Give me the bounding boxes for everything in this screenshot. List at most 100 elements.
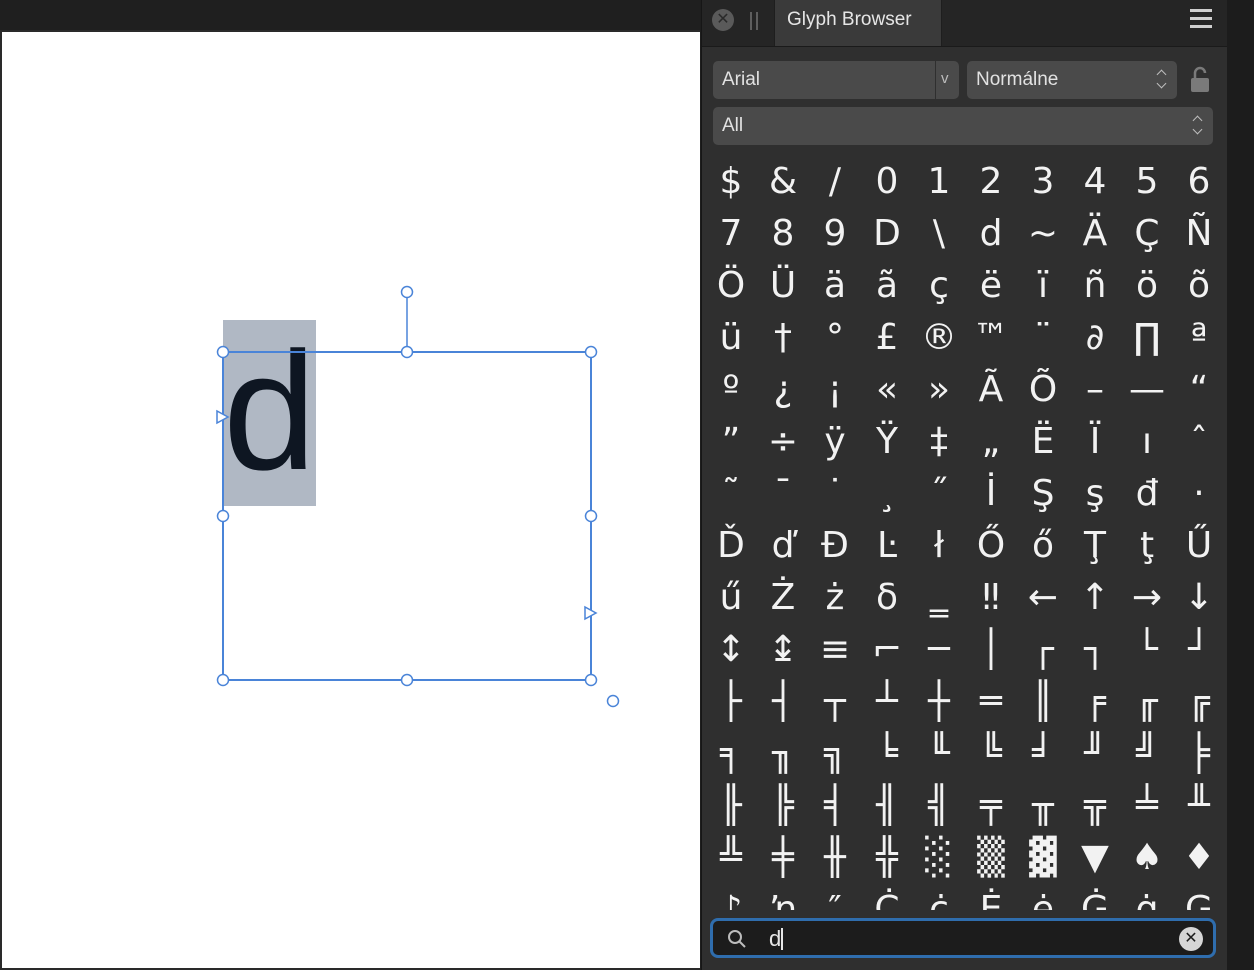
glyph-cell[interactable]: ° <box>809 312 861 364</box>
glyph-cell[interactable]: 9 <box>809 208 861 260</box>
glyph-cell[interactable]: ~ <box>1017 208 1069 260</box>
glyph-cell[interactable]: ╘ <box>861 728 913 780</box>
glyph-cell[interactable]: ╒ <box>1069 676 1121 728</box>
lock-icon[interactable] <box>1190 65 1210 95</box>
glyph-cell[interactable]: ő <box>1017 520 1069 572</box>
glyph-cell[interactable]: Ï <box>1069 416 1121 468</box>
glyph-cell[interactable]: / <box>809 156 861 208</box>
glyph-cell[interactable]: Ď <box>705 520 757 572</box>
glyph-cell[interactable]: ã <box>861 260 913 312</box>
glyph-cell[interactable]: ┐ <box>1069 624 1121 676</box>
glyph-cell[interactable]: ŉ <box>757 884 809 911</box>
glyph-cell[interactable]: ˜ <box>705 468 757 520</box>
category-select[interactable]: All <box>713 107 1213 145</box>
glyph-cell[interactable]: ▓ <box>1017 832 1069 884</box>
glyph-cell[interactable]: « <box>861 364 913 416</box>
tab-glyph-browser[interactable]: Glyph Browser <box>774 0 942 46</box>
glyph-cell[interactable]: ╥ <box>1017 780 1069 832</box>
glyph-cell[interactable]: ╡ <box>809 780 861 832</box>
glyph-cell[interactable]: ¡ <box>809 364 861 416</box>
glyph-cell[interactable]: Ÿ <box>861 416 913 468</box>
glyph-cell[interactable]: ╨ <box>1173 780 1225 832</box>
glyph-cell[interactable]: ∏ <box>1121 312 1173 364</box>
glyph-cell[interactable]: ═ <box>965 676 1017 728</box>
glyph-cell[interactable]: D <box>861 208 913 260</box>
glyph-cell[interactable]: ª <box>1173 312 1225 364</box>
glyph-cell[interactable]: — <box>1121 364 1173 416</box>
glyph-cell[interactable]: Õ <box>1017 364 1069 416</box>
glyph-cell[interactable]: “ <box>1173 364 1225 416</box>
glyph-cell[interactable]: 1 <box>913 156 965 208</box>
glyph-cell[interactable]: ‼ <box>965 572 1017 624</box>
glyph-cell[interactable]: ≡ <box>809 624 861 676</box>
glyph-cell[interactable]: Ġ <box>1069 884 1121 911</box>
glyph-cell[interactable]: └ <box>1121 624 1173 676</box>
font-style-select[interactable]: Normálne <box>967 61 1177 99</box>
glyph-cell[interactable]: ® <box>913 312 965 364</box>
glyph-cell[interactable]: ║ <box>1017 676 1069 728</box>
glyph-cell[interactable]: ñ <box>1069 260 1121 312</box>
glyph-cell[interactable]: ╔ <box>1173 676 1225 728</box>
glyph-cell[interactable]: ← <box>1017 572 1069 624</box>
glyph-cell[interactable]: ÿ <box>809 416 861 468</box>
glyph-cell[interactable]: ¯ <box>757 468 809 520</box>
glyph-cell[interactable]: ╪ <box>757 832 809 884</box>
glyph-cell[interactable]: ─ <box>913 624 965 676</box>
panel-close-button[interactable]: ✕ <box>712 9 734 31</box>
glyph-cell[interactable]: đ <box>1121 468 1173 520</box>
glyph-cell[interactable]: 7 <box>705 208 757 260</box>
glyph-cell[interactable]: ″ <box>809 884 861 911</box>
clear-search-button[interactable]: ✕ <box>1179 927 1203 951</box>
glyph-cell[interactable]: ♠ <box>1121 832 1173 884</box>
glyph-cell[interactable]: ♦ <box>1173 832 1225 884</box>
glyph-cell[interactable]: Ģ <box>1173 884 1225 911</box>
glyph-cell[interactable]: δ <box>861 572 913 624</box>
glyph-cell[interactable]: Ã <box>965 364 1017 416</box>
glyph-cell[interactable]: ┼ <box>913 676 965 728</box>
glyph-cell[interactable]: ü <box>705 312 757 364</box>
glyph-cell[interactable]: Ë <box>1017 416 1069 468</box>
glyph-cell[interactable]: ∂ <box>1069 312 1121 364</box>
glyph-cell[interactable]: ┌ <box>1017 624 1069 676</box>
glyph-cell[interactable]: Ċ <box>861 884 913 911</box>
glyph-cell[interactable]: → <box>1121 572 1173 624</box>
glyph-cell[interactable]: 5 <box>1121 156 1173 208</box>
glyph-cell[interactable]: ë <box>965 260 1017 312</box>
glyph-cell[interactable]: ▒ <box>965 832 1017 884</box>
glyph-cell[interactable]: ╣ <box>913 780 965 832</box>
glyph-cell[interactable]: Ŀ <box>861 520 913 572</box>
glyph-cell[interactable]: ė <box>1017 884 1069 911</box>
glyph-cell[interactable]: ╤ <box>965 780 1017 832</box>
glyph-cell[interactable]: ╚ <box>965 728 1017 780</box>
glyph-grid-scroll[interactable]: $ &/0 1 2 3 4 5 6 7 8 9 D \ d ~ Ä Ç Ñ Ö Üä ã ç ë ï ñ ö õ ü † ° £ ® ™ ¨ ∂ ∏ ª… <box>702 156 1228 910</box>
glyph-cell[interactable]: Ż <box>757 572 809 624</box>
search-input[interactable]: d <box>769 926 781 952</box>
glyph-cell[interactable]: ˙ <box>809 468 861 520</box>
font-family-select[interactable]: Arial v <box>713 61 959 99</box>
glyph-cell[interactable]: Đ <box>809 520 861 572</box>
glyph-cell[interactable]: ╧ <box>1121 780 1173 832</box>
glyph-cell[interactable]: ˆ <box>1173 416 1225 468</box>
glyph-cell[interactable]: İ <box>965 468 1017 520</box>
glyph-cell[interactable]: ╟ <box>705 780 757 832</box>
glyph-cell[interactable]: ‡ <box>913 416 965 468</box>
glyph-cell[interactable]: ↕ <box>705 624 757 676</box>
glyph-cell[interactable]: ╫ <box>809 832 861 884</box>
glyph-cell[interactable]: Ţ <box>1069 520 1121 572</box>
glyph-cell[interactable]: º <box>705 364 757 416</box>
glyph-cell[interactable]: ╛ <box>1017 728 1069 780</box>
glyph-cell[interactable]: ™ <box>965 312 1017 364</box>
glyph-cell[interactable]: ┬ <box>809 676 861 728</box>
glyph-cell[interactable]: $ <box>705 156 757 208</box>
glyph-cell[interactable]: » <box>913 364 965 416</box>
glyph-search-field[interactable]: d ✕ <box>710 918 1216 958</box>
glyph-cell[interactable]: 0 <box>861 156 913 208</box>
glyph-cell[interactable]: · <box>1173 468 1225 520</box>
glyph-cell[interactable]: „ <box>965 416 1017 468</box>
glyph-cell[interactable]: ╝ <box>1121 728 1173 780</box>
glyph-cell[interactable]: Ñ <box>1173 208 1225 260</box>
glyph-cell[interactable]: & <box>757 156 809 208</box>
glyph-cell[interactable]: 4 <box>1069 156 1121 208</box>
glyph-cell[interactable]: ı <box>1121 416 1173 468</box>
glyph-cell[interactable]: ‗ <box>913 572 965 624</box>
